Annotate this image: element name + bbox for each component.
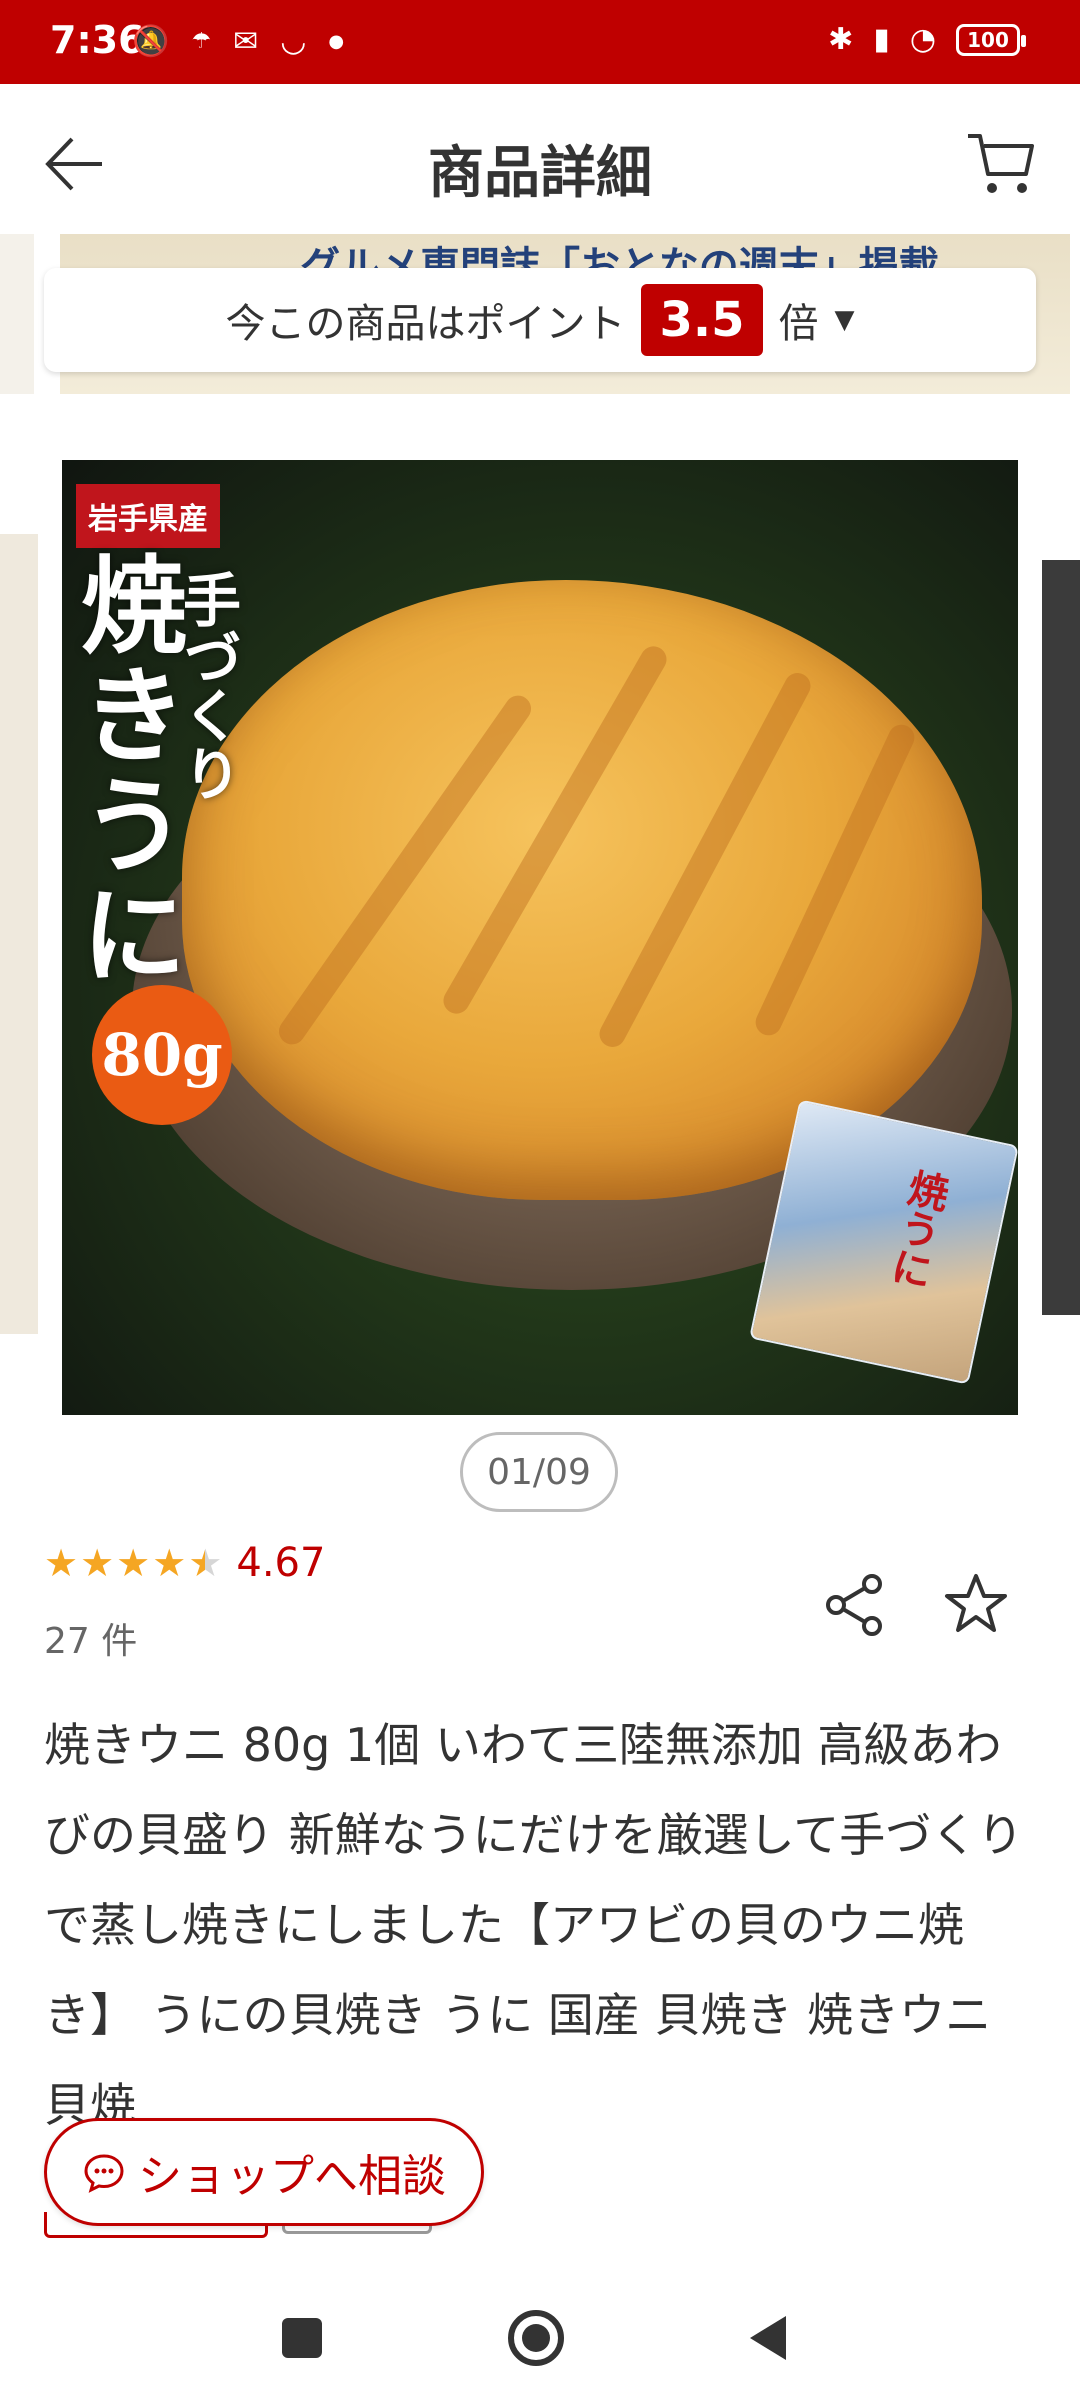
shop-chat-button[interactable]: ショップへ相談 (44, 2118, 484, 2226)
status-bar: 7:36 🔕 ☂ ✉ ◡ ● ✱ ▮ ◔ 100 (0, 0, 1080, 84)
chat-icon (84, 2154, 124, 2193)
star-icon: ★ (116, 1541, 151, 1585)
star-rating: ★ ★ ★ ★ ★ (44, 1544, 222, 1582)
rating-value: 4.67 (236, 1540, 326, 1586)
battery-icon: 100 (956, 24, 1026, 56)
banner-left-edge (0, 234, 34, 394)
system-nav-bar (0, 2270, 1080, 2400)
points-bubble[interactable]: 今この商品はポイント 3.5 倍 ▼ (44, 268, 1036, 372)
package-text: 焼うに (881, 1164, 953, 1293)
smile-icon: ◡ (280, 24, 307, 59)
carousel-next-peek[interactable] (1042, 560, 1080, 1315)
half-star-icon: ★ (188, 1541, 223, 1585)
status-time: 7:36 (50, 18, 145, 62)
back-icon[interactable] (750, 2316, 786, 2360)
review-count[interactable]: 27 件 (44, 1612, 137, 1664)
rating-row[interactable]: ★ ★ ★ ★ ★ 4.67 (44, 1540, 325, 1586)
star-icon: ★ (152, 1541, 187, 1585)
mail-icon: ✉ (233, 24, 259, 59)
star-icon: ★ (44, 1541, 79, 1585)
weight-badge: 80g (92, 985, 232, 1125)
dot-icon: ● (328, 31, 345, 52)
share-icon[interactable] (820, 1570, 890, 1640)
weather-icon: ☂ (191, 29, 212, 54)
uni-image (182, 580, 982, 1200)
wifi-icon: ◔ (909, 22, 936, 57)
status-left-icons: 🔕 ☂ ✉ ◡ ● (132, 22, 344, 62)
status-right-icons: ✱ ▮ ◔ 100 (828, 20, 1026, 60)
image-pager: 01/09 (460, 1432, 618, 1512)
page-title: 商品詳細 (428, 141, 652, 206)
product-image[interactable]: 岩手県産 焼きうに 手づくり 80g 焼うに (62, 460, 1018, 1415)
image-title-sub: 手づくり (173, 570, 241, 802)
points-suffix: 倍 (778, 301, 819, 347)
product-title: 焼きウニ 80g 1個 いわて三陸無添加 高級あわびの貝盛り 新鮮なうにだけを厳… (44, 1718, 1024, 2132)
image-title-main: 焼きうに (63, 550, 188, 990)
origin-badge: 岩手県産 (76, 484, 220, 548)
favorite-star-icon[interactable] (942, 1570, 1010, 1638)
points-multiplier: 3.5 (641, 284, 763, 356)
recents-icon[interactable] (282, 2318, 322, 2358)
carousel-prev-peek[interactable] (0, 534, 38, 1334)
points-label: 今この商品はポイント (225, 301, 626, 347)
star-icon: ★ (80, 1541, 115, 1585)
signal-icon: ▮ (873, 22, 890, 57)
mute-icon: 🔕 (132, 24, 170, 59)
battery-level: 100 (967, 28, 1009, 52)
bluetooth-icon: ✱ (828, 22, 854, 57)
cart-icon[interactable] (964, 126, 1040, 202)
home-icon[interactable] (508, 2310, 564, 2366)
app-header: 商品詳細 (0, 84, 1080, 234)
caret-down-icon[interactable]: ▼ (835, 305, 855, 335)
shop-chat-label: ショップへ相談 (138, 2151, 446, 2202)
